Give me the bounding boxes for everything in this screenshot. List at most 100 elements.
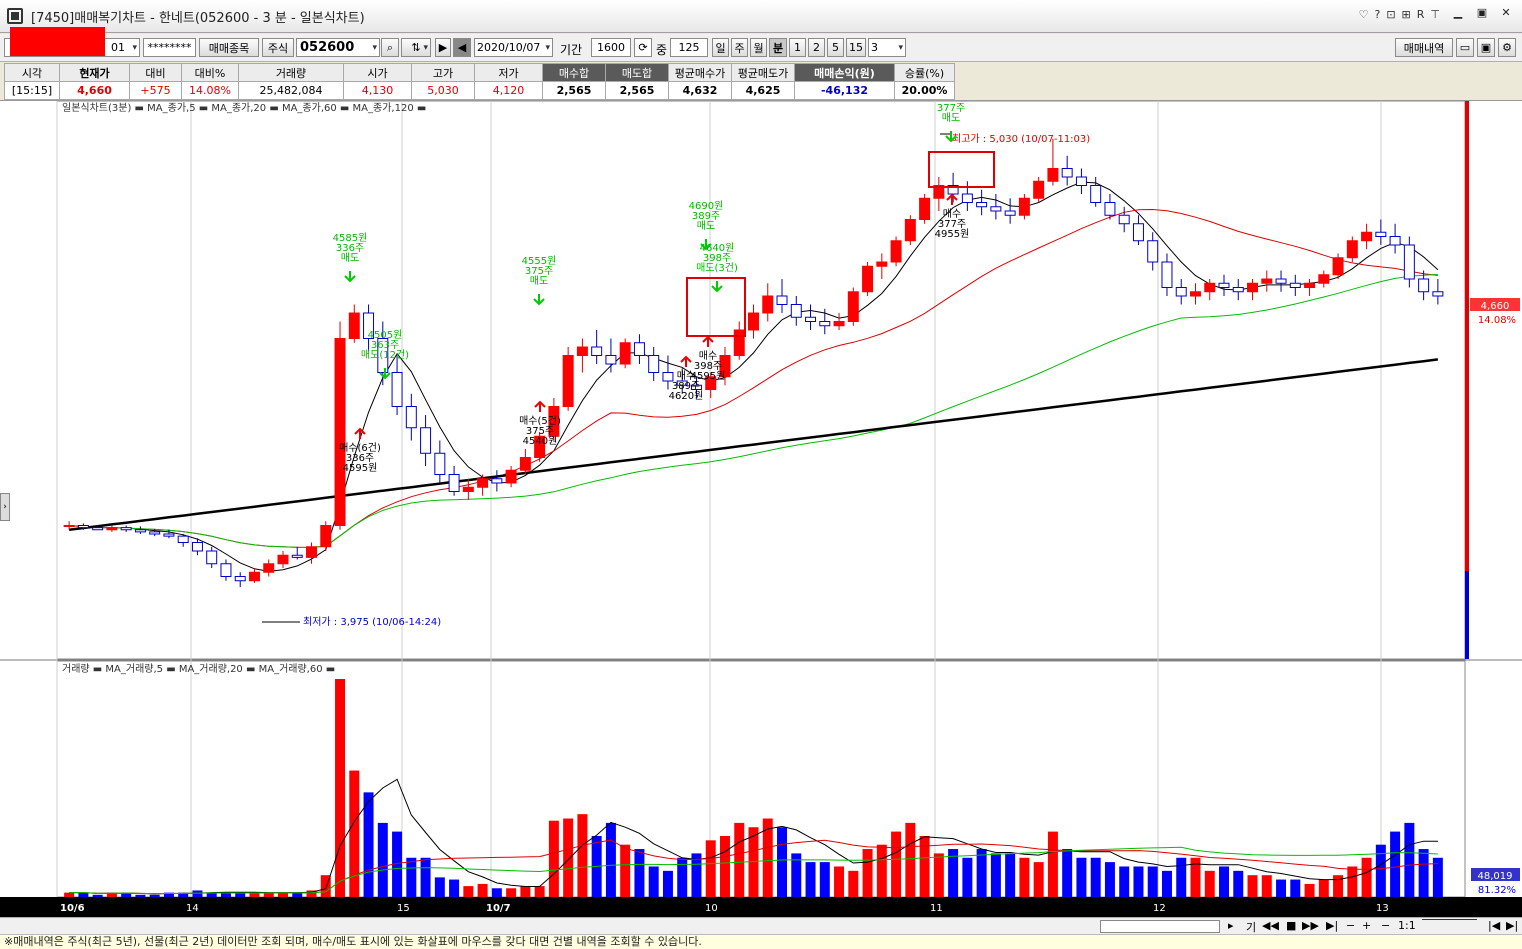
candle-body <box>819 321 831 327</box>
volume-bar <box>848 870 859 897</box>
scroll-right-icon[interactable]: ▸ <box>1228 919 1234 932</box>
minute-select[interactable]: 3 <box>868 38 906 57</box>
volume-bar <box>891 831 902 897</box>
info-header-9: 매도합 <box>605 63 669 82</box>
stop-icon[interactable]: ■ <box>1286 919 1296 932</box>
password-field[interactable]: ******** <box>143 38 196 57</box>
count-input[interactable]: 125 <box>670 38 708 57</box>
volume-bar <box>1176 857 1187 897</box>
volume-bar <box>463 886 474 897</box>
zoom-out-alt-icon[interactable]: − <box>1381 919 1390 932</box>
volume-bar <box>434 877 445 897</box>
title-bar: [7450]매매복기차트 - 한네트(052600 - 3 분 - 일본식차트)… <box>0 0 1522 33</box>
chart-nav-bar: ▸ 기 ◀◀ ■ ▶▶ ▶| − + − 1:1 |◀ ▶| <box>0 917 1522 934</box>
interval-month[interactable]: 월 <box>750 38 767 57</box>
candle-body <box>1218 282 1230 288</box>
chart-scrollbar[interactable] <box>1100 920 1220 933</box>
candle-body <box>234 576 246 582</box>
first-icon[interactable]: |◀ <box>1488 919 1500 932</box>
code-input[interactable]: 052600 <box>296 38 380 57</box>
info-header-10: 평균매수가 <box>668 63 732 82</box>
help-icon[interactable]: ? <box>1374 8 1380 21</box>
chart-area[interactable]: 10/6 14 15 10/7 10 11 12 13 일본식차트(3분) ▬ MA_종가,5 … <box>0 92 1522 919</box>
interval-day[interactable]: 일 <box>712 38 729 57</box>
rewind-icon[interactable]: ◀◀ <box>1262 919 1279 932</box>
volume-bar <box>1019 857 1030 897</box>
volume-bar <box>1219 866 1229 897</box>
candle-body <box>990 206 1002 212</box>
search-icon[interactable]: ⌕ <box>381 38 399 57</box>
candle-body <box>1189 291 1201 297</box>
settings-icon[interactable]: ⚙ <box>1498 38 1516 57</box>
grid-icon[interactable]: ⊞ <box>1402 8 1411 21</box>
volume-bar <box>705 840 716 897</box>
candle-body <box>904 219 916 242</box>
collapse-handle[interactable]: › <box>0 493 10 521</box>
volume-bar <box>506 888 517 897</box>
sort-icon[interactable]: ⇅ <box>401 38 431 57</box>
candle-body <box>1346 240 1358 259</box>
trade-item-label: 매매종목 <box>208 41 250 55</box>
prev-icon[interactable]: ◀ <box>453 38 471 57</box>
volume-bar <box>135 894 146 897</box>
candle-body <box>790 304 802 318</box>
info-value-11: 4,625 <box>731 81 795 100</box>
refresh-icon[interactable]: R <box>1417 8 1425 21</box>
forward-icon[interactable]: ▶▶ <box>1302 919 1319 932</box>
zoom-in-icon[interactable]: + <box>1362 919 1371 932</box>
candle-body <box>576 346 588 356</box>
next-icon[interactable]: ▶ <box>435 38 451 57</box>
status-bar: ※매매내역은 주식(최근 5년), 선물(최근 2년) 데이터만 조회 되며, … <box>0 934 1522 949</box>
minimize-icon[interactable]: ▁ <box>1448 4 1468 20</box>
price-volume-chart[interactable]: 10/6 14 15 10/7 10 11 12 13 일본식차트(3분) ▬ MA_종가,5 … <box>0 92 1522 919</box>
candle-body <box>191 542 203 552</box>
pin-icon[interactable]: ⊤ <box>1430 8 1440 21</box>
interval-minute[interactable]: 분 <box>769 38 787 57</box>
heart-icon[interactable]: ♡ <box>1359 8 1369 21</box>
maximize-icon[interactable]: ▣ <box>1472 4 1492 20</box>
volume-bar <box>477 883 488 897</box>
price-pane <box>56 100 1466 660</box>
label-icon[interactable]: 기 <box>1246 919 1256 935</box>
info-value-2: +575 <box>129 81 182 100</box>
trade-item-button[interactable]: 매매종목 <box>199 38 259 57</box>
last-icon[interactable]: ▶| <box>1506 919 1518 932</box>
interval-5[interactable]: 5 <box>827 38 844 57</box>
interval-week[interactable]: 주 <box>731 38 748 57</box>
date-picker[interactable]: 2020/10/07 <box>474 38 553 57</box>
frame-icon[interactable]: ⊡ <box>1386 8 1395 21</box>
candle-body <box>391 372 403 407</box>
candle-body <box>120 527 132 531</box>
volume-bar <box>1347 866 1358 897</box>
volume-bar <box>1390 831 1401 897</box>
close-icon[interactable]: ✕ <box>1496 4 1516 20</box>
ratio-icon[interactable]: 1:1 <box>1398 919 1416 932</box>
candle-body <box>405 406 417 429</box>
candle-body <box>134 529 146 533</box>
candle-body <box>1318 274 1330 284</box>
title-tools: ♡ ? ⊡ ⊞ R ⊤ <box>1359 8 1440 21</box>
asset-type-button[interactable]: 주식 <box>262 38 294 57</box>
folder-icon[interactable]: ▭ <box>1456 38 1474 57</box>
volume-bar <box>1276 879 1287 897</box>
period-input[interactable]: 1600 <box>591 38 631 57</box>
candle-body <box>776 295 788 305</box>
candle-body <box>163 533 175 537</box>
candle-body <box>1033 180 1045 199</box>
sell-annotation: 매도 <box>697 220 715 232</box>
interval-15[interactable]: 15 <box>846 38 866 57</box>
zoom-slider[interactable] <box>1422 919 1477 920</box>
end-icon[interactable]: ▶| <box>1326 919 1338 932</box>
candle-body <box>348 312 360 339</box>
cycle-icon[interactable]: ⟳ <box>634 38 652 57</box>
trade-history-button[interactable]: 매매내역 <box>1395 38 1453 57</box>
volume-bar <box>349 770 360 897</box>
interval-2[interactable]: 2 <box>808 38 825 57</box>
volume-bar <box>1204 870 1215 897</box>
info-value-9: 2,565 <box>605 81 669 100</box>
save-icon[interactable]: ▣ <box>1477 38 1495 57</box>
candle-body <box>1289 282 1301 288</box>
zoom-out-icon[interactable]: − <box>1346 919 1355 932</box>
info-value-13: 20.00% <box>894 81 955 100</box>
interval-1[interactable]: 1 <box>789 38 806 57</box>
